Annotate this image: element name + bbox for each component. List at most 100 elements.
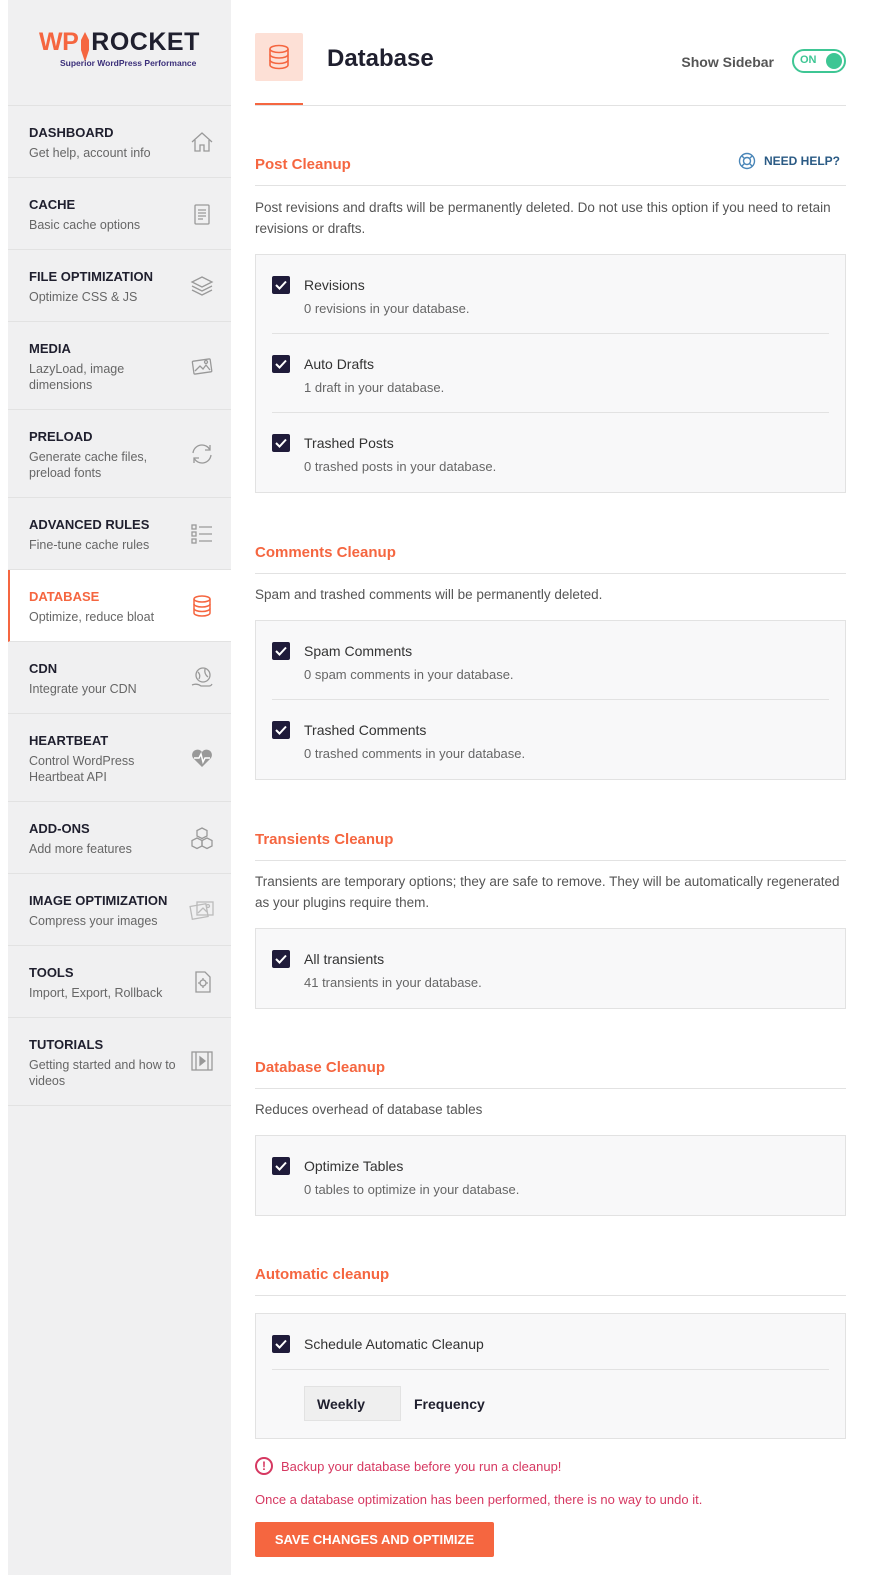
nav-title: PRELOAD <box>29 429 93 444</box>
section-title: Database Cleanup <box>255 1059 386 1076</box>
video-icon <box>189 1048 215 1074</box>
trashed-posts-checkbox[interactable] <box>272 434 290 452</box>
transients-cleanup-options: All transients 41 transients in your dat… <box>255 928 846 1009</box>
section-desc: Reduces overhead of database tables <box>255 1102 483 1117</box>
frequency-row: Weekly Frequency <box>272 1370 829 1438</box>
option-label: Spam Comments <box>304 643 413 659</box>
option-sub: 0 tables to optimize in your database. <box>304 1182 520 1197</box>
lifebuoy-icon <box>738 152 756 170</box>
spam-comments-checkbox[interactable] <box>272 642 290 660</box>
sidebar-item-tools[interactable]: TOOLS Import, Export, Rollback <box>8 946 231 1018</box>
trashed-comments-checkbox[interactable] <box>272 721 290 739</box>
need-help-label: NEED HELP? <box>763 154 840 168</box>
sidebar-item-image-optimization[interactable]: IMAGE OPTIMIZATION Compress your images <box>8 874 231 946</box>
option-sub: 0 trashed comments in your database. <box>304 746 526 761</box>
globe-hand-icon <box>189 665 215 691</box>
option-label: Trashed Comments <box>304 722 427 738</box>
nav-desc: Get help, account info <box>29 146 151 160</box>
option-sub: 41 transients in your database. <box>304 975 482 990</box>
backup-warning: ! Backup your database before you run a … <box>255 1457 561 1475</box>
nav-title: HEARTBEAT <box>29 733 109 748</box>
rocket-icon <box>80 31 90 62</box>
auto-drafts-checkbox[interactable] <box>272 355 290 373</box>
option-sub: 0 revisions in your database. <box>304 301 470 316</box>
sidebar: WP ROCKET Superior WordPress Performance… <box>8 0 231 1575</box>
optimize-tables-checkbox[interactable] <box>272 1157 290 1175</box>
sidebar-item-dashboard[interactable]: DASHBOARD Get help, account info <box>8 106 231 178</box>
logo-wp: WP <box>39 28 79 56</box>
post-cleanup-options: Revisions 0 revisions in your database. … <box>255 254 846 493</box>
page-title: Database <box>327 45 434 72</box>
sidebar-item-add-ons[interactable]: ADD-ONS Add more features <box>8 802 231 874</box>
undo-warning-text: Once a database optimization has been pe… <box>255 1492 703 1507</box>
nav-desc: Optimize CSS & JS <box>29 290 138 304</box>
section-database-cleanup-head: Database Cleanup <box>255 1059 846 1089</box>
option-sub: 1 draft in your database. <box>304 380 445 395</box>
nav-desc: Add more features <box>29 842 132 856</box>
sidebar-item-tutorials[interactable]: TUTORIALS Getting started and how to vid… <box>8 1018 231 1106</box>
section-title: Automatic cleanup <box>255 1266 390 1283</box>
nav-title: ADD-ONS <box>29 821 90 836</box>
nav-desc: LazyLoad, image dimensions <box>29 362 125 392</box>
home-icon <box>189 129 215 155</box>
document-icon <box>189 201 215 227</box>
option-label: Trashed Posts <box>304 435 394 451</box>
main-content: Database Show Sidebar ON Post Cleanup NE… <box>255 0 846 1557</box>
option-label: Optimize Tables <box>304 1158 404 1174</box>
option-optimize-tables: Optimize Tables 0 tables to optimize in … <box>272 1136 829 1215</box>
nav-title: IMAGE OPTIMIZATION <box>29 893 168 908</box>
automatic-cleanup-options: Schedule Automatic Cleanup Weekly Freque… <box>255 1313 846 1439</box>
sidebar-item-advanced-rules[interactable]: ADVANCED RULES Fine-tune cache rules <box>8 498 231 570</box>
sidebar-item-cache[interactable]: CACHE Basic cache options <box>8 178 231 250</box>
cubes-icon <box>189 825 215 851</box>
nav-title: ADVANCED RULES <box>29 517 150 532</box>
section-title: Post Cleanup <box>255 156 351 173</box>
save-changes-and-optimize-button[interactable]: SAVE CHANGES AND OPTIMIZE <box>255 1522 494 1557</box>
option-schedule-automatic-cleanup: Schedule Automatic Cleanup <box>272 1314 829 1370</box>
option-spam-comments: Spam Comments 0 spam comments in your da… <box>272 621 829 700</box>
show-sidebar-toggle[interactable]: ON <box>792 49 846 73</box>
database-icon <box>255 33 303 81</box>
nav-title: MEDIA <box>29 341 71 356</box>
sidebar-item-file-optimization[interactable]: FILE OPTIMIZATION Optimize CSS & JS <box>8 250 231 322</box>
nav-desc: Generate cache files, preload fonts <box>29 450 148 480</box>
section-transients-cleanup-head: Transients Cleanup <box>255 831 846 861</box>
nav-title: TUTORIALS <box>29 1037 104 1052</box>
section-title: Transients Cleanup <box>255 831 394 848</box>
option-auto-drafts: Auto Drafts 1 draft in your database. <box>272 334 829 413</box>
nav-title: FILE OPTIMIZATION <box>29 269 153 284</box>
nav-title: TOOLS <box>29 965 74 980</box>
option-trashed-comments: Trashed Comments 0 trashed comments in y… <box>272 700 829 779</box>
frequency-select[interactable]: Weekly <box>304 1386 401 1421</box>
section-comments-cleanup-head: Comments Cleanup <box>255 544 846 574</box>
database-icon <box>189 593 215 619</box>
option-label: Auto Drafts <box>304 356 375 372</box>
schedule-cleanup-checkbox[interactable] <box>272 1335 290 1353</box>
option-sub: 0 trashed posts in your database. <box>304 459 497 474</box>
toggle-label: ON <box>800 54 817 66</box>
alert-icon: ! <box>255 1457 273 1475</box>
section-desc: Transients are temporary options; they a… <box>255 874 840 910</box>
nav-title: CACHE <box>29 197 76 212</box>
section-automatic-cleanup-head: Automatic cleanup <box>255 1266 846 1296</box>
backup-warning-text: Backup your database before you run a cl… <box>281 1458 562 1474</box>
sidebar-item-database[interactable]: DATABASE Optimize, reduce bloat <box>8 570 231 642</box>
sidebar-item-heartbeat[interactable]: HEARTBEAT Control WordPress Heartbeat AP… <box>8 714 231 802</box>
section-desc: Spam and trashed comments will be perman… <box>255 587 603 602</box>
sidebar-item-media[interactable]: MEDIA LazyLoad, image dimensions <box>8 322 231 410</box>
image-compress-icon <box>189 897 215 923</box>
need-help-link[interactable]: NEED HELP? <box>738 152 840 170</box>
sidebar-item-cdn[interactable]: CDN Integrate your CDN <box>8 642 231 714</box>
section-title: Comments Cleanup <box>255 544 396 561</box>
section-post-cleanup-head: Post Cleanup NEED HELP? <box>255 152 846 186</box>
all-transients-checkbox[interactable] <box>272 950 290 968</box>
option-revisions: Revisions 0 revisions in your database. <box>272 255 829 334</box>
gear-doc-icon <box>189 969 215 995</box>
nav-desc: Control WordPress Heartbeat API <box>29 754 135 784</box>
nav-desc: Optimize, reduce bloat <box>29 610 155 624</box>
sidebar-item-preload[interactable]: PRELOAD Generate cache files, preload fo… <box>8 410 231 498</box>
revisions-checkbox[interactable] <box>272 276 290 294</box>
comments-cleanup-options: Spam Comments 0 spam comments in your da… <box>255 620 846 780</box>
logo[interactable]: WP ROCKET Superior WordPress Performance <box>8 0 231 106</box>
active-underline <box>255 103 303 105</box>
